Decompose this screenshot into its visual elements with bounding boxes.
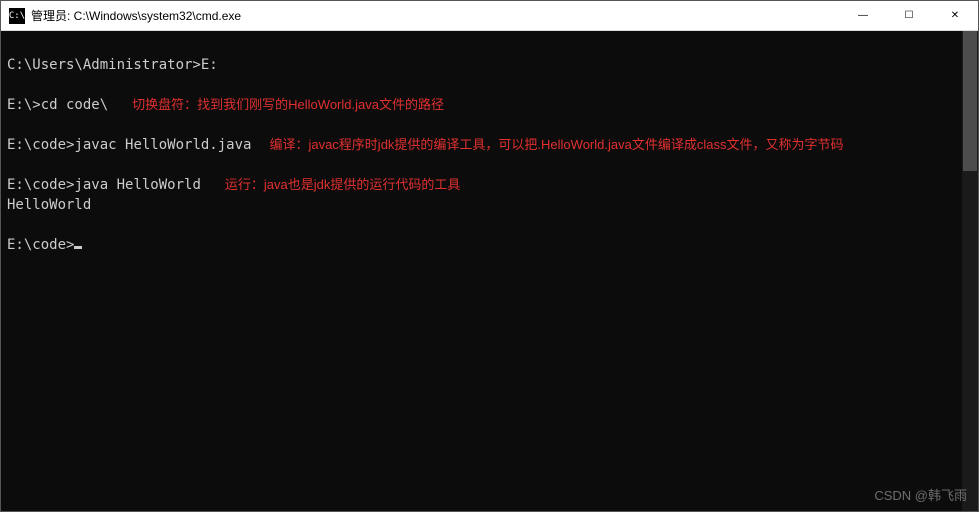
cmd-icon: C:\: [9, 8, 25, 24]
blank-line: [7, 215, 972, 235]
blank-line: [7, 155, 972, 175]
cmd-window: C:\ 管理员: C:\Windows\system32\cmd.exe — ☐…: [0, 0, 979, 512]
command-line: E:\>cd code\ 切换盘符：找到我们刚写的HelloWorld.java…: [7, 95, 972, 115]
prompt: E:\>: [7, 95, 41, 115]
command-text: E:: [201, 55, 218, 75]
blank-line: [7, 35, 972, 55]
cursor-icon: [74, 246, 82, 249]
prompt: E:\code>: [7, 135, 74, 155]
terminal-area[interactable]: C:\Users\Administrator>E: E:\>cd code\ 切…: [1, 31, 978, 511]
command-line: E:\code>: [7, 235, 972, 255]
annotation-text: 切换盘符：找到我们刚写的HelloWorld.java文件的路径: [132, 95, 444, 115]
command-line: C:\Users\Administrator>E:: [7, 55, 972, 75]
prompt: E:\code>: [7, 175, 74, 195]
command-line: E:\code>java HelloWorld 运行：java也是jdk提供的运…: [7, 175, 972, 195]
blank-line: [7, 115, 972, 135]
close-button[interactable]: ✕: [932, 1, 978, 30]
maximize-button[interactable]: ☐: [886, 1, 932, 30]
command-text: java HelloWorld: [74, 175, 200, 195]
command-text: cd code\: [41, 95, 108, 115]
prompt: C:\Users\Administrator>: [7, 55, 201, 75]
output-line: HelloWorld: [7, 195, 972, 215]
scrollbar-thumb[interactable]: [963, 31, 977, 171]
command-text: javac HelloWorld.java: [74, 135, 251, 155]
watermark-text: CSDN @韩飞雨: [874, 485, 967, 504]
scrollbar[interactable]: [962, 31, 978, 511]
annotation-text: 运行：java也是jdk提供的运行代码的工具: [225, 175, 460, 195]
prompt: E:\code>: [7, 235, 74, 255]
window-controls: — ☐ ✕: [840, 1, 978, 30]
command-line: E:\code>javac HelloWorld.java 编译：javac程序…: [7, 135, 972, 155]
annotation-text: 编译：javac程序时jdk提供的编译工具，可以把.HelloWorld.jav…: [269, 135, 843, 155]
minimize-button[interactable]: —: [840, 1, 886, 30]
titlebar[interactable]: C:\ 管理员: C:\Windows\system32\cmd.exe — ☐…: [1, 1, 978, 31]
window-title: 管理员: C:\Windows\system32\cmd.exe: [31, 7, 840, 24]
blank-line: [7, 75, 972, 95]
